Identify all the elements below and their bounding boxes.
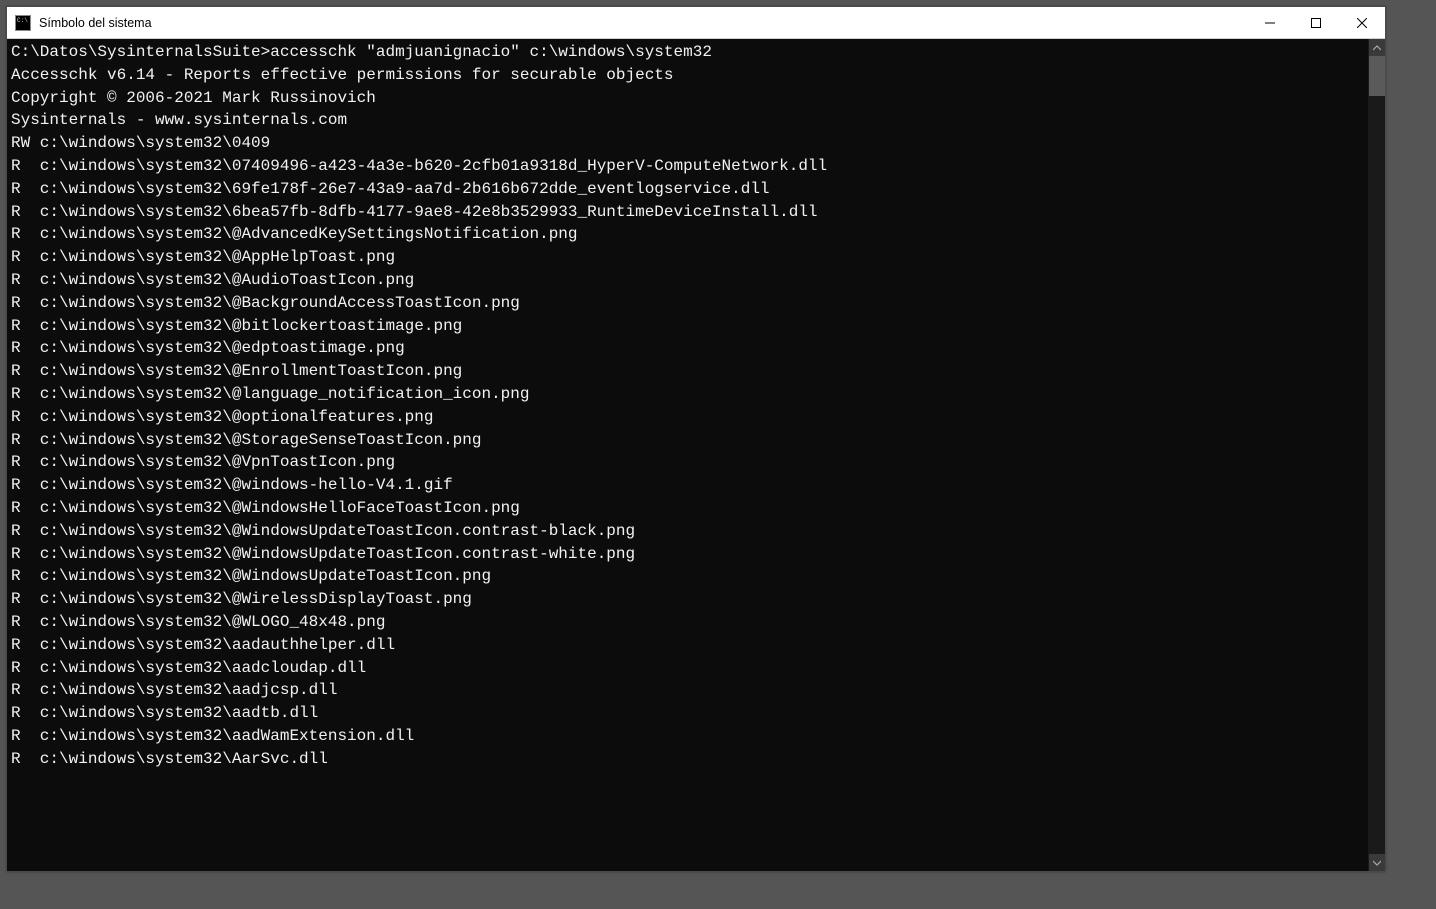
scroll-down-button[interactable] [1369,854,1385,871]
terminal-line: R c:\windows\system32\69fe178f-26e7-43a9… [11,178,1368,201]
terminal-line: R c:\windows\system32\@WindowsUpdateToas… [11,520,1368,543]
terminal-line: R c:\windows\system32\@WirelessDisplayTo… [11,588,1368,611]
terminal-line: R c:\windows\system32\@AppHelpToast.png [11,246,1368,269]
terminal-line: R c:\windows\system32\@optionalfeatures.… [11,406,1368,429]
terminal-line: Copyright © 2006-2021 Mark Russinovich [11,87,1368,110]
terminal-output[interactable]: C:\Datos\SysinternalsSuite>accesschk "ad… [7,39,1368,871]
scroll-up-button[interactable] [1369,39,1385,56]
cmd-icon [15,15,31,31]
terminal-line: R c:\windows\system32\@StorageSenseToast… [11,429,1368,452]
terminal-area: C:\Datos\SysinternalsSuite>accesschk "ad… [7,39,1385,871]
terminal-line: R c:\windows\system32\aadjcsp.dll [11,679,1368,702]
terminal-line: R c:\windows\system32\@windows-hello-V4.… [11,474,1368,497]
terminal-line: R c:\windows\system32\aadauthhelper.dll [11,634,1368,657]
terminal-line: R c:\windows\system32\@bitlockertoastima… [11,315,1368,338]
terminal-line: R c:\windows\system32\aadtb.dll [11,702,1368,725]
window-title: Símbolo del sistema [39,16,1247,30]
terminal-line: R c:\windows\system32\@VpnToastIcon.png [11,451,1368,474]
close-button[interactable] [1339,7,1385,38]
terminal-line: R c:\windows\system32\AarSvc.dll [11,748,1368,771]
minimize-button[interactable] [1247,7,1293,38]
terminal-line: R c:\windows\system32\@language_notifica… [11,383,1368,406]
window-controls [1247,7,1385,38]
terminal-line: R c:\windows\system32\6bea57fb-8dfb-4177… [11,201,1368,224]
terminal-line: R c:\windows\system32\aadcloudap.dll [11,657,1368,680]
terminal-line: R c:\windows\system32\@WindowsUpdateToas… [11,543,1368,566]
terminal-line: R c:\windows\system32\07409496-a423-4a3e… [11,155,1368,178]
terminal-line: Sysinternals - www.sysinternals.com [11,109,1368,132]
vertical-scrollbar[interactable] [1368,39,1385,871]
terminal-line: RW c:\windows\system32\0409 [11,132,1368,155]
terminal-line: R c:\windows\system32\@AudioToastIcon.pn… [11,269,1368,292]
terminal-line: R c:\windows\system32\@edptoastimage.png [11,337,1368,360]
terminal-line: R c:\windows\system32\@BackgroundAccessT… [11,292,1368,315]
titlebar[interactable]: Símbolo del sistema [7,7,1385,39]
terminal-line: R c:\windows\system32\@WindowsHelloFaceT… [11,497,1368,520]
terminal-line: R c:\windows\system32\@WindowsUpdateToas… [11,565,1368,588]
terminal-line: R c:\windows\system32\@WLOGO_48x48.png [11,611,1368,634]
terminal-line: R c:\windows\system32\@EnrollmentToastIc… [11,360,1368,383]
command-prompt-window: Símbolo del sistema C:\Datos\Sysinternal… [6,6,1386,872]
maximize-button[interactable] [1293,7,1339,38]
terminal-line: R c:\windows\system32\@AdvancedKeySettin… [11,223,1368,246]
terminal-line: Accesschk v6.14 - Reports effective perm… [11,64,1368,87]
terminal-line: C:\Datos\SysinternalsSuite>accesschk "ad… [11,41,1368,64]
scrollbar-thumb[interactable] [1369,56,1385,96]
terminal-line: R c:\windows\system32\aadWamExtension.dl… [11,725,1368,748]
scrollbar-track[interactable] [1369,56,1385,854]
